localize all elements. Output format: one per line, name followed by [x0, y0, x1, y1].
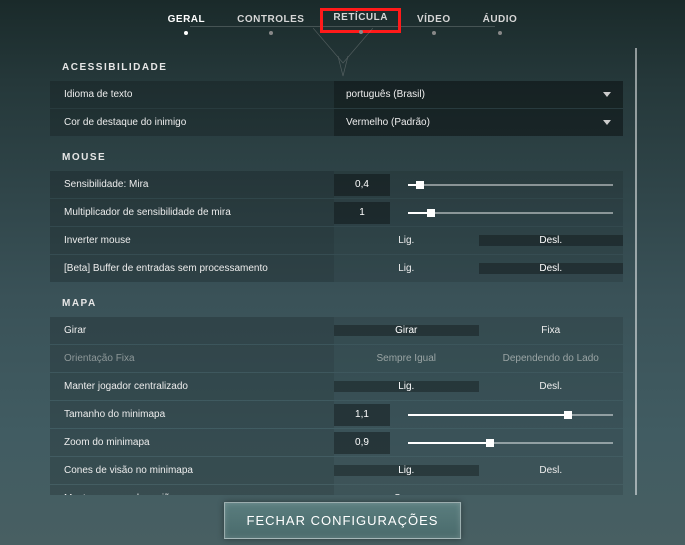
slider-minimap-zoom[interactable] — [408, 442, 613, 444]
toggle-off[interactable]: Desl. — [479, 465, 624, 476]
row-minimap-size: Tamanho do minimapa 1,1 — [50, 401, 623, 428]
tab-label: GERAL — [168, 14, 206, 25]
input-minimap-zoom[interactable]: 0,9 — [334, 432, 390, 454]
label: Multiplicador de sensibilidade de mira — [50, 199, 334, 226]
label: Zoom do minimapa — [50, 429, 334, 456]
tab-controles[interactable]: CONTROLES — [221, 10, 320, 31]
tab-video[interactable]: VÍDEO — [401, 10, 467, 31]
row-keep-centered: Manter jogador centralizado Lig. Desl. — [50, 373, 623, 400]
label: Girar — [50, 317, 334, 344]
dropdown-value: Sempre — [394, 493, 429, 495]
row-aim-sensitivity: Sensibilidade: Mira 0,4 — [50, 171, 623, 198]
toggle-on[interactable]: Lig. — [334, 381, 479, 392]
close-settings-button[interactable]: FECHAR CONFIGURAÇÕES — [224, 502, 462, 539]
chevron-down-icon — [603, 120, 611, 125]
label: Cor de destaque do inimigo — [50, 109, 334, 136]
toggle-fixa[interactable]: Fixa — [479, 325, 624, 336]
label: Orientação Fixa — [50, 345, 334, 372]
toggle-dependendo[interactable]: Dependendo do Lado — [479, 353, 624, 364]
scrollbar[interactable] — [635, 48, 637, 495]
slider-aim-sens[interactable] — [408, 184, 613, 186]
chevron-down-icon — [603, 92, 611, 97]
settings-panel: ACESSIBILIDADE Idioma de texto português… — [50, 46, 635, 495]
dropdown-text-language[interactable]: português (Brasil) — [334, 81, 623, 108]
row-enemy-highlight: Cor de destaque do inimigo Vermelho (Pad… — [50, 109, 623, 136]
slider-minimap-size[interactable] — [408, 414, 613, 416]
label: Sensibilidade: Mira — [50, 171, 334, 198]
row-aim-multiplier: Multiplicador de sensibilidade de mira 1 — [50, 199, 623, 226]
tab-label: VÍDEO — [417, 14, 451, 25]
label: Cones de visão no minimapa — [50, 457, 334, 484]
row-rotate: Girar Girar Fixa — [50, 317, 623, 344]
toggle-off[interactable]: Desl. — [479, 235, 624, 246]
input-minimap-size[interactable]: 1,1 — [334, 404, 390, 426]
label: [Beta] Buffer de entradas sem processame… — [50, 255, 334, 282]
row-invert-mouse: Inverter mouse Lig. Desl. — [50, 227, 623, 254]
dropdown-value: Vermelho (Padrão) — [346, 117, 430, 128]
toggle-sempre-igual[interactable]: Sempre Igual — [334, 353, 479, 364]
toggle-on[interactable]: Lig. — [334, 465, 479, 476]
row-raw-input: [Beta] Buffer de entradas sem processame… — [50, 255, 623, 282]
toggle-girar[interactable]: Girar — [334, 325, 479, 336]
tab-audio[interactable]: ÁUDIO — [467, 10, 534, 31]
row-region-names: Mostrar nomes de região no mapa Sempre — [50, 485, 623, 495]
row-fixed-orientation: Orientação Fixa Sempre Igual Dependendo … — [50, 345, 623, 372]
slider-aim-mult[interactable] — [408, 212, 613, 214]
label: Inverter mouse — [50, 227, 334, 254]
input-aim-sens[interactable]: 0,4 — [334, 174, 390, 196]
row-minimap-zoom: Zoom do minimapa 0,9 — [50, 429, 623, 456]
tab-label: RETÍCULA — [333, 12, 388, 23]
section-mouse: MOUSE — [62, 152, 623, 163]
toggle-on[interactable]: Lig. — [334, 263, 479, 274]
dropdown-enemy-highlight[interactable]: Vermelho (Padrão) — [334, 109, 623, 136]
toggle-off[interactable]: Desl. — [479, 263, 624, 274]
tab-label: CONTROLES — [237, 14, 304, 25]
label: Manter jogador centralizado — [50, 373, 334, 400]
row-text-language: Idioma de texto português (Brasil) — [50, 81, 623, 108]
tab-label: ÁUDIO — [483, 14, 518, 25]
row-vision-cones: Cones de visão no minimapa Lig. Desl. — [50, 457, 623, 484]
section-map: MAPA — [62, 298, 623, 309]
label: Mostrar nomes de região no mapa — [50, 485, 334, 495]
toggle-on[interactable]: Lig. — [334, 235, 479, 246]
dropdown-value: português (Brasil) — [346, 89, 425, 100]
tab-geral[interactable]: GERAL — [152, 10, 222, 31]
input-aim-mult[interactable]: 1 — [334, 202, 390, 224]
label: Idioma de texto — [50, 81, 334, 108]
section-accessibility: ACESSIBILIDADE — [62, 62, 623, 73]
toggle-off[interactable]: Desl. — [479, 381, 624, 392]
label: Tamanho do minimapa — [50, 401, 334, 428]
dropdown-region-names[interactable]: Sempre — [334, 485, 623, 495]
